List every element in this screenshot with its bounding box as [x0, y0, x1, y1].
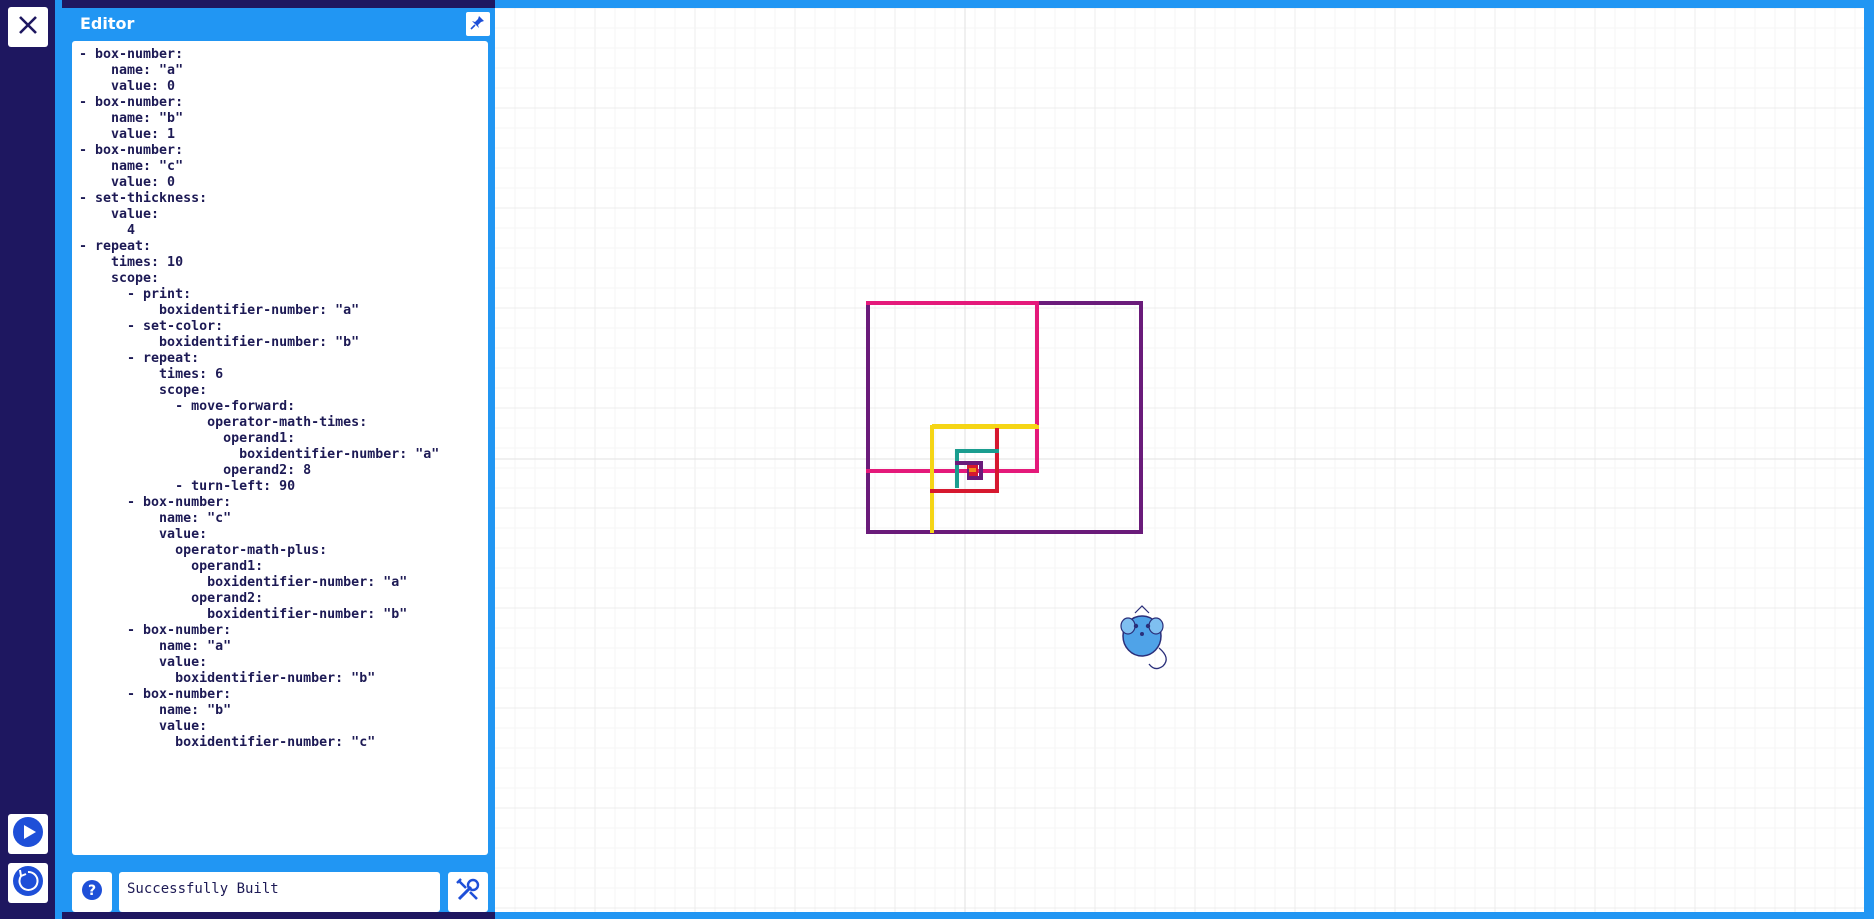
code-line: times: 6: [79, 367, 224, 382]
code-line: value:: [79, 655, 208, 670]
close-button[interactable]: [8, 7, 48, 47]
canvas-border-right: [1864, 0, 1874, 919]
rail-accent-bar: [55, 0, 62, 919]
code-line: value:: [79, 719, 208, 734]
left-rail: [0, 0, 55, 919]
help-button[interactable]: ?: [72, 872, 112, 912]
code-line: operand1:: [79, 559, 264, 574]
code-line: name: "a": [79, 639, 232, 654]
code-line: - turn-left: 90: [79, 479, 296, 494]
code-line: - box-number:: [79, 495, 232, 510]
status-message: Successfully Built: [119, 872, 440, 912]
turtle-path: [930, 424, 1037, 428]
editor-header: Editor: [62, 8, 495, 42]
code-line: operand1:: [79, 431, 296, 446]
reset-icon: [12, 865, 44, 901]
turtle-path: [930, 425, 1039, 533]
code-line: - repeat:: [79, 239, 152, 254]
mouse-sprite-icon: [1120, 605, 1167, 670]
code-line: value: 0: [79, 175, 176, 190]
help-icon: ?: [81, 879, 103, 905]
canvas-border-top: [495, 0, 1874, 8]
code-line: operand2:: [79, 591, 264, 606]
code-line: value: 0: [79, 79, 176, 94]
code-line: boxidentifier-number: "b": [79, 671, 376, 686]
turtle-path: [866, 301, 1143, 534]
run-button[interactable]: [8, 814, 48, 854]
code-line: - set-color:: [79, 319, 224, 334]
code-line: boxidentifier-number: "b": [79, 607, 408, 622]
code-line: name: "b": [79, 111, 184, 126]
code-line: boxidentifier-number: "a": [79, 303, 360, 318]
pin-icon: [470, 14, 486, 34]
editor-title: Editor: [80, 14, 135, 33]
pin-button[interactable]: [466, 12, 490, 36]
code-text[interactable]: - box-number: name: "a" value: 0- box-nu…: [79, 47, 439, 751]
turtle-drawing: [866, 301, 1143, 534]
code-line: - box-number:: [79, 143, 184, 158]
code-line: name: "c": [79, 159, 184, 174]
code-line: - set-thickness:: [79, 191, 208, 206]
code-line: - box-number:: [79, 95, 184, 110]
canvas-svg: [495, 8, 1864, 912]
reset-button[interactable]: [8, 863, 48, 903]
code-line: name: "b": [79, 703, 232, 718]
svg-text:?: ?: [88, 883, 96, 899]
tools-icon: [454, 876, 482, 908]
code-editor[interactable]: - box-number: name: "a" value: 0- box-nu…: [72, 41, 488, 855]
drawing-canvas[interactable]: [495, 8, 1864, 912]
canvas-border-bottom: [495, 912, 1874, 919]
code-line: boxidentifier-number: "a": [79, 575, 408, 590]
code-line: 4: [79, 223, 136, 238]
app-window: Editor - box-number: name: "a" value: 0-…: [0, 0, 1874, 919]
code-line: - print:: [79, 287, 192, 302]
editor-footer: ? Successfully Built: [62, 862, 495, 912]
code-line: value: 1: [79, 127, 176, 142]
code-line: value:: [79, 527, 208, 542]
code-line: scope:: [79, 383, 208, 398]
code-line: scope:: [79, 271, 160, 286]
code-line: - box-number:: [79, 623, 232, 638]
build-button[interactable]: [448, 872, 488, 912]
code-line: name: "a": [79, 63, 184, 78]
code-line: boxidentifier-number: "b": [79, 335, 360, 350]
code-line: operator-math-times:: [79, 415, 368, 430]
code-line: - repeat:: [79, 351, 200, 366]
code-line: value:: [79, 207, 160, 222]
code-line: - move-forward:: [79, 399, 296, 414]
canvas-grid: [495, 8, 1864, 912]
code-line: boxidentifier-number: "c": [79, 735, 376, 750]
code-line: name: "c": [79, 511, 232, 526]
code-line: - box-number:: [79, 687, 232, 702]
editor-panel: Editor - box-number: name: "a" value: 0-…: [62, 8, 495, 912]
code-line: times: 10: [79, 255, 184, 270]
code-line: boxidentifier-number: "a": [79, 447, 440, 462]
code-line: - box-number:: [79, 47, 184, 62]
code-line: operand2: 8: [79, 463, 312, 478]
play-icon: [12, 816, 44, 852]
close-icon: [16, 13, 40, 41]
code-line: operator-math-plus:: [79, 543, 328, 558]
